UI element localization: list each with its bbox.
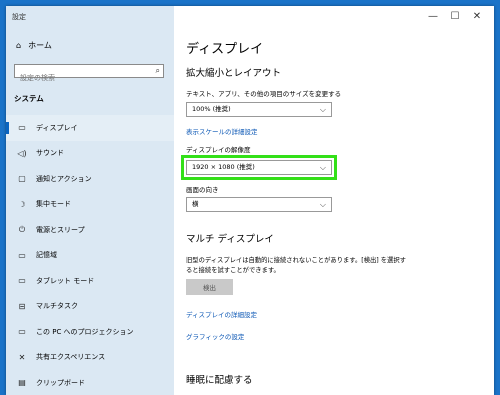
scale-section-heading: 拡大縮小とレイアウト (186, 68, 282, 79)
system-category-label: システム (14, 94, 44, 103)
display-icon: ▭ (18, 123, 26, 133)
settings-window: 設定 ⌂ ホーム ⌕ システム ▭ ディスプレイ ◁) サウンド ▢ 通知とアク… (6, 6, 494, 395)
advanced-scale-link[interactable]: 表示スケールの詳細設定 (186, 126, 258, 136)
projection-icon: ▭ (18, 327, 26, 337)
sidebar-item-focus[interactable]: ☽ 集中モード (6, 192, 174, 218)
sidebar-home[interactable]: ⌂ ホーム (16, 40, 52, 51)
sidebar-item-label: 共有エクスペリエンス (36, 353, 106, 362)
clipboard-icon: ▤ (18, 378, 26, 388)
sidebar-item-tablet[interactable]: ▭ タブレット モード (6, 268, 174, 294)
chevron-down-icon: ⌵ (319, 163, 326, 172)
text-size-label: テキスト、アプリ、その他の項目のサイズを変更する (186, 90, 342, 98)
sidebar-item-label: マルチタスク (36, 302, 78, 311)
page-title: ディスプレイ (186, 42, 264, 57)
search-box[interactable]: ⌕ (14, 64, 164, 84)
resolution-value: 1920 × 1080 (推奨) (192, 163, 255, 171)
main-content: — ☐ ✕ ディスプレイ 拡大縮小とレイアウト テキスト、アプリ、その他の項目の… (174, 6, 494, 395)
sidebar-nav: ▭ ディスプレイ ◁) サウンド ▢ 通知とアクション ☽ 集中モード ⏻ 電源… (6, 115, 174, 395)
sidebar-item-projection[interactable]: ▭ この PC へのプロジェクション (6, 319, 174, 345)
sidebar-item-display[interactable]: ▭ ディスプレイ (6, 115, 174, 141)
sidebar-item-power[interactable]: ⏻ 電源とスリープ (6, 217, 174, 243)
sidebar-item-sound[interactable]: ◁) サウンド (6, 141, 174, 167)
sleep-section-heading: 睡眠に配慮する (186, 375, 253, 386)
maximize-button[interactable]: ☐ (444, 10, 466, 24)
sidebar-item-storage[interactable]: ▭ 記憶域 (6, 243, 174, 269)
search-input[interactable] (15, 72, 150, 84)
power-icon: ⏻ (18, 224, 26, 234)
sidebar-item-notifications[interactable]: ▢ 通知とアクション (6, 166, 174, 192)
sidebar-item-clipboard[interactable]: ▤ クリップボード (6, 370, 174, 395)
notification-icon: ▢ (18, 174, 26, 184)
sidebar-item-label: ディスプレイ (36, 123, 78, 132)
multi-display-heading: マルチ ディスプレイ (186, 234, 274, 245)
sidebar-item-label: クリップボード (36, 378, 85, 387)
sidebar-item-label: この PC へのプロジェクション (36, 327, 134, 336)
orientation-dropdown[interactable]: 横 ⌵ (186, 197, 332, 212)
speaker-icon: ◁) (17, 148, 27, 158)
sidebar-item-label: 記憶域 (36, 251, 57, 260)
sidebar-item-label: タブレット モード (36, 276, 95, 285)
close-button[interactable]: ✕ (466, 10, 488, 24)
multitask-icon: ⊟ (18, 301, 26, 311)
sidebar-item-shared[interactable]: ✕ 共有エクスペリエンス (6, 345, 174, 371)
minimize-button[interactable]: — (422, 10, 444, 24)
multi-display-description: 旧型のディスプレイは自動的に接続されないことがあります。[検出] を選択すると接… (186, 257, 406, 274)
window-title: 設定 (12, 13, 26, 21)
sidebar-item-label: サウンド (36, 149, 64, 158)
sidebar-item-label: 電源とスリープ (36, 225, 85, 234)
shared-icon: ✕ (18, 352, 26, 362)
sidebar: 設定 ⌂ ホーム ⌕ システム ▭ ディスプレイ ◁) サウンド ▢ 通知とアク… (6, 6, 174, 395)
resolution-dropdown[interactable]: 1920 × 1080 (推奨) ⌵ (181, 155, 337, 180)
text-size-value: 100% (推奨) (192, 105, 231, 113)
chevron-down-icon: ⌵ (319, 105, 326, 114)
resolution-label: ディスプレイの解像度 (186, 146, 251, 154)
graphics-settings-link[interactable]: グラフィックの設定 (186, 331, 244, 341)
sidebar-home-label: ホーム (28, 41, 52, 50)
home-icon: ⌂ (16, 41, 22, 50)
text-size-dropdown[interactable]: 100% (推奨) ⌵ (186, 102, 332, 117)
storage-icon: ▭ (18, 250, 26, 260)
moon-icon: ☽ (18, 199, 26, 209)
detect-button[interactable]: 検出 (186, 279, 233, 295)
sidebar-item-multitasking[interactable]: ⊟ マルチタスク (6, 294, 174, 320)
tablet-icon: ▭ (18, 276, 26, 286)
window-controls: — ☐ ✕ (422, 10, 488, 24)
chevron-down-icon: ⌵ (319, 200, 326, 209)
advanced-display-link[interactable]: ディスプレイの詳細設定 (186, 309, 257, 319)
orientation-label: 画面の向き (186, 186, 219, 194)
sidebar-item-label: 集中モード (36, 200, 71, 209)
sidebar-item-label: 通知とアクション (36, 174, 92, 183)
search-icon[interactable]: ⌕ (156, 66, 160, 76)
orientation-value: 横 (192, 200, 199, 208)
